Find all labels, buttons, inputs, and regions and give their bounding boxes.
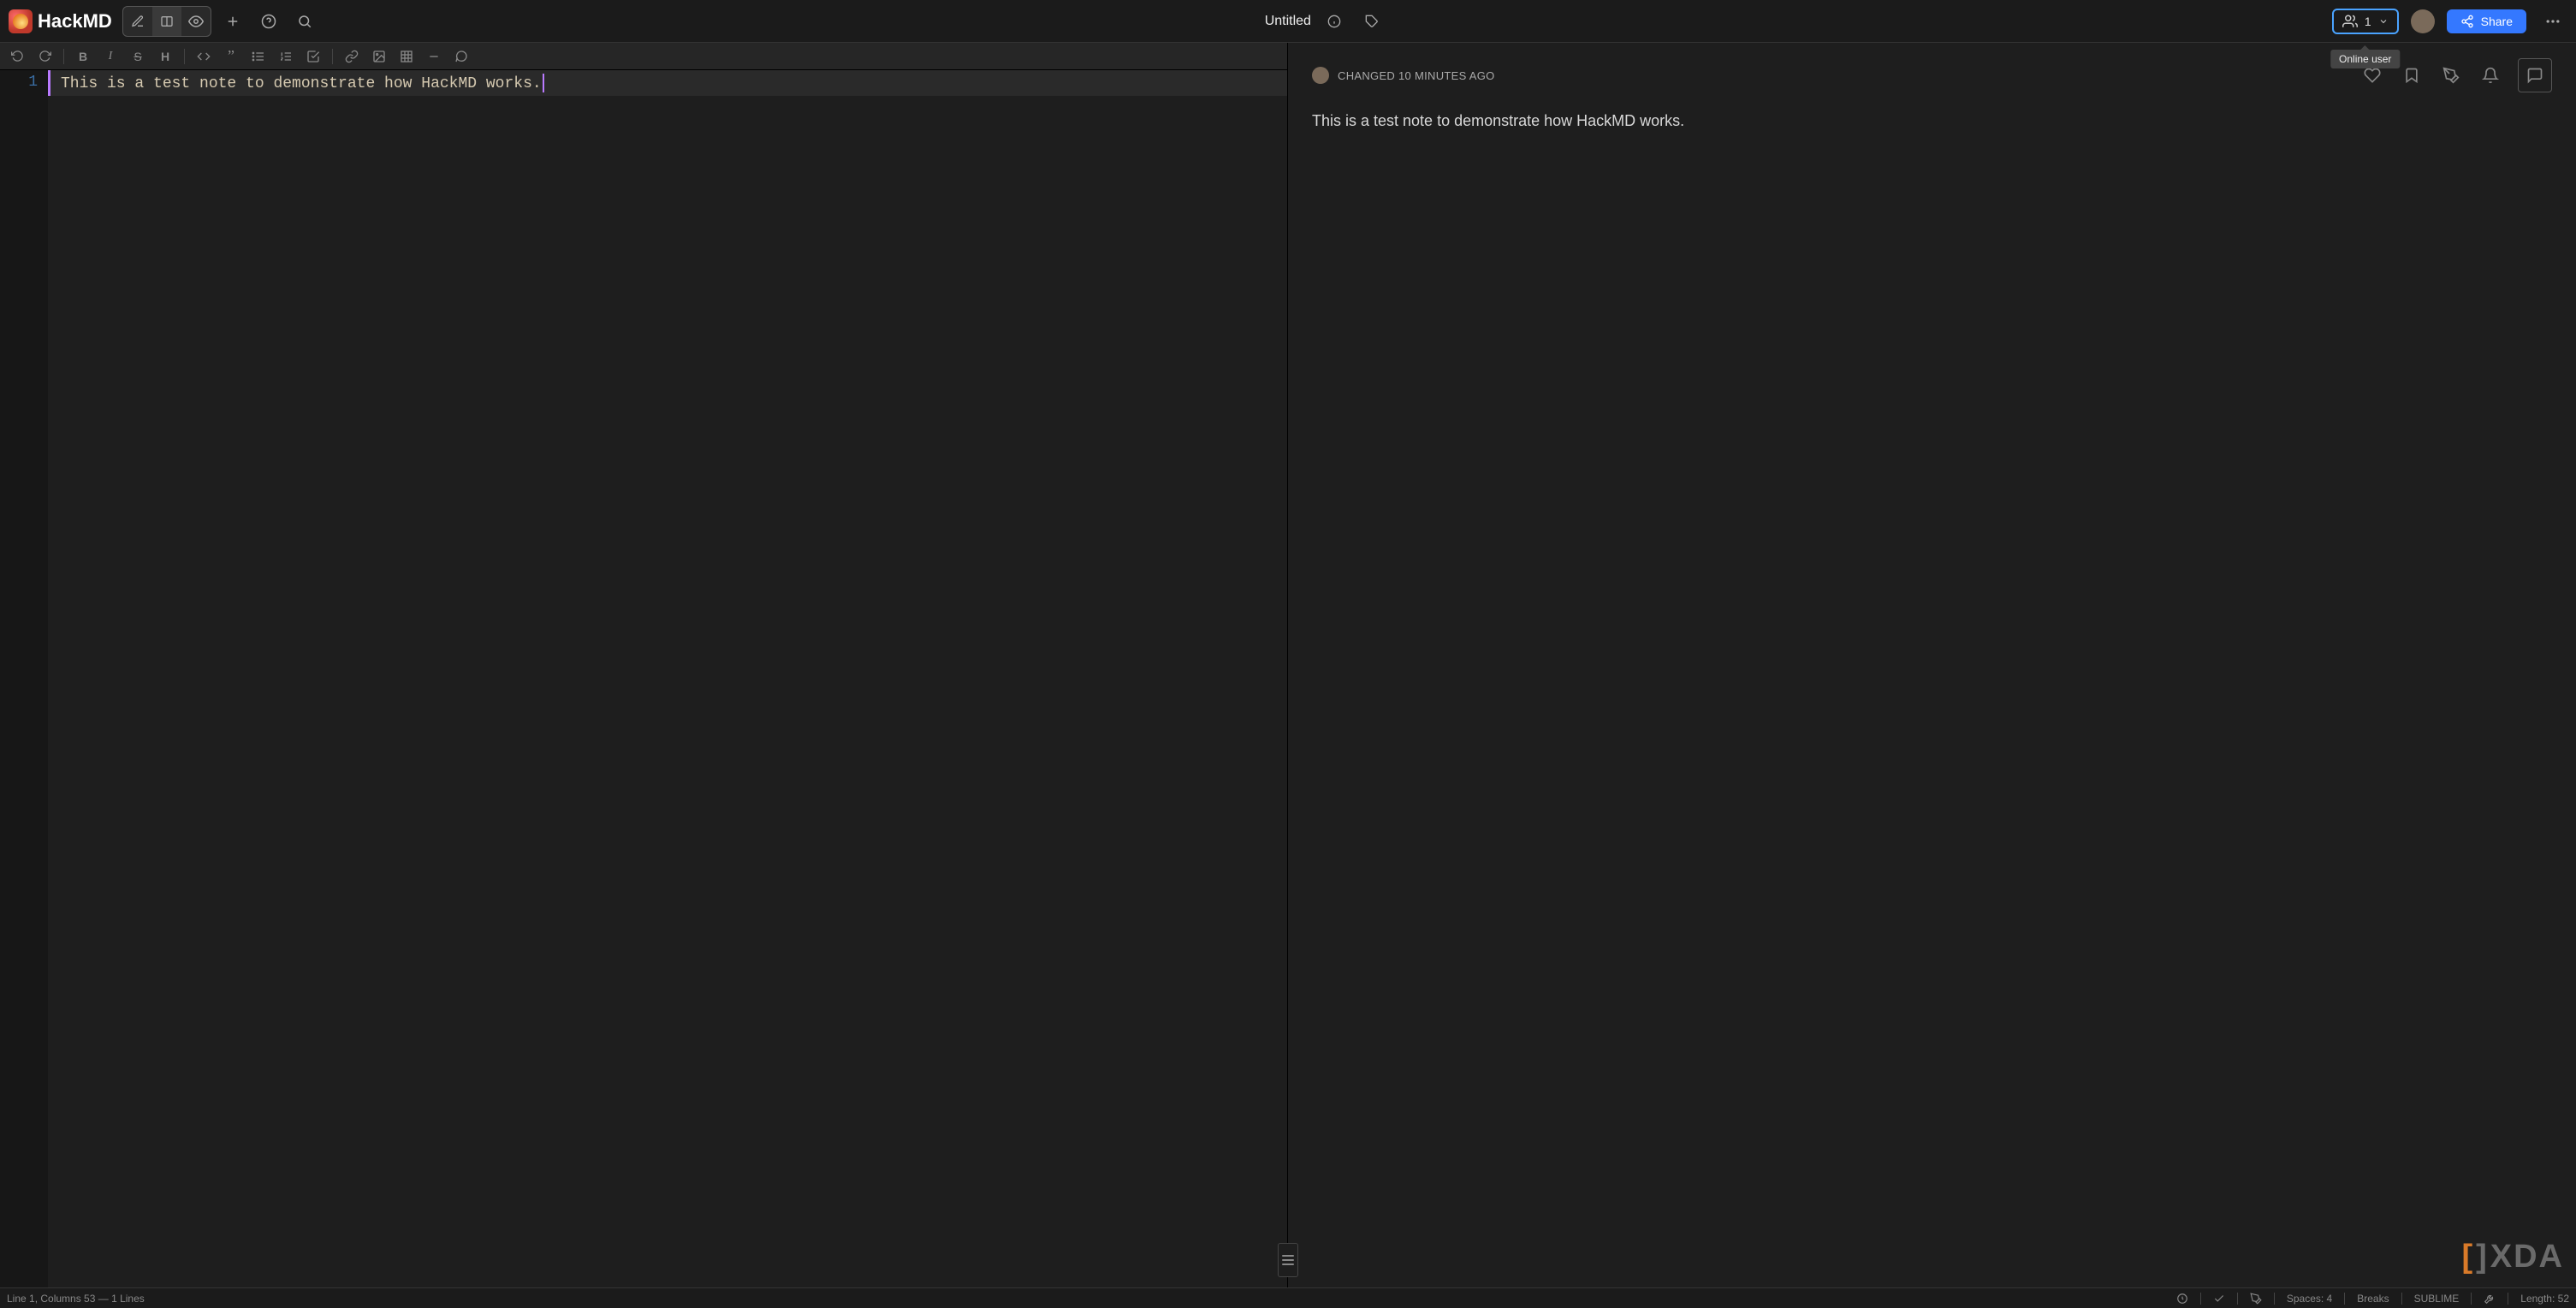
- comment-button[interactable]: [449, 45, 473, 68]
- new-note-button[interactable]: [218, 7, 247, 36]
- logo-icon: [9, 9, 33, 33]
- main-split: B I S H ”: [0, 43, 2576, 1287]
- hr-button[interactable]: [422, 45, 446, 68]
- share-icon: [2460, 15, 2474, 28]
- table-button[interactable]: [395, 45, 418, 68]
- brand-logo[interactable]: HackMD: [9, 9, 112, 33]
- text-cursor: [543, 74, 544, 92]
- pane-toggle-handle[interactable]: [1278, 1243, 1298, 1277]
- undo-button[interactable]: [5, 45, 29, 68]
- editor-body[interactable]: 1 This is a test note to demonstrate how…: [0, 70, 1287, 1287]
- checklist-button[interactable]: [301, 45, 325, 68]
- line-gutter: 1: [0, 70, 48, 1287]
- status-position: Line 1, Columns 53 — 1 Lines: [7, 1293, 145, 1305]
- linebreak-mode[interactable]: Breaks: [2357, 1293, 2389, 1305]
- share-label: Share: [2481, 15, 2513, 28]
- brand-name: HackMD: [38, 10, 112, 33]
- link-button[interactable]: [340, 45, 364, 68]
- note-title[interactable]: Untitled: [1265, 14, 1311, 29]
- search-button[interactable]: [290, 7, 319, 36]
- toolbar-divider: [332, 49, 333, 64]
- code-line[interactable]: This is a test note to demonstrate how H…: [48, 70, 1287, 96]
- heading-button[interactable]: H: [153, 45, 177, 68]
- format-toolbar: B I S H ”: [0, 43, 1287, 70]
- online-users-button[interactable]: 1 Online user: [2332, 9, 2399, 34]
- chevron-down-icon: [2378, 16, 2389, 27]
- preview-pane: CHANGED 10 MINUTES AGO: [1288, 43, 2576, 1287]
- changed-label: CHANGED 10 MINUTES AGO: [1338, 69, 1495, 82]
- status-brush-button[interactable]: [2250, 1293, 2262, 1305]
- users-icon: [2342, 14, 2358, 29]
- keymap-mode[interactable]: SUBLIME: [2414, 1293, 2460, 1305]
- edit-mode-button[interactable]: [123, 7, 152, 36]
- preview-paragraph: This is a test note to demonstrate how H…: [1312, 110, 2552, 133]
- toolbar-divider: [184, 49, 185, 64]
- ul-button[interactable]: [246, 45, 270, 68]
- app-header: HackMD Untitled 1 Online: [0, 0, 2576, 43]
- line-number: 1: [3, 74, 38, 91]
- strike-button[interactable]: S: [126, 45, 150, 68]
- header-center: Untitled: [326, 7, 2325, 36]
- spellcheck-button[interactable]: [2176, 1293, 2188, 1305]
- user-avatar[interactable]: [2411, 9, 2435, 33]
- watermark: [ ] XDA: [2461, 1239, 2564, 1275]
- redo-button[interactable]: [33, 45, 56, 68]
- indent-mode[interactable]: Spaces: 4: [2287, 1293, 2332, 1305]
- info-icon[interactable]: [1320, 7, 1349, 36]
- split-mode-button[interactable]: [152, 7, 181, 36]
- code-area[interactable]: This is a test note to demonstrate how H…: [48, 70, 1287, 1287]
- theme-button[interactable]: [2439, 63, 2463, 87]
- bold-button[interactable]: B: [71, 45, 95, 68]
- length-indicator: Length: 52: [2520, 1293, 2569, 1305]
- online-tooltip: Online user: [2330, 50, 2400, 68]
- status-check-button[interactable]: [2213, 1293, 2225, 1305]
- quote-button[interactable]: ”: [219, 45, 243, 68]
- online-count: 1: [2365, 15, 2371, 28]
- view-mode-button[interactable]: [181, 7, 211, 36]
- bookmark-button[interactable]: [2400, 63, 2424, 87]
- help-button[interactable]: [254, 7, 283, 36]
- image-button[interactable]: [367, 45, 391, 68]
- code-button[interactable]: [192, 45, 216, 68]
- editor-pane: B I S H ”: [0, 43, 1288, 1287]
- subscribe-button[interactable]: [2478, 63, 2502, 87]
- italic-button[interactable]: I: [98, 45, 122, 68]
- preview-meta: CHANGED 10 MINUTES AGO: [1312, 67, 1495, 84]
- ol-button[interactable]: [274, 45, 298, 68]
- view-mode-switch: [122, 6, 211, 37]
- share-button[interactable]: Share: [2447, 9, 2526, 33]
- comments-panel-button[interactable]: [2518, 58, 2552, 92]
- toolbar-divider: [63, 49, 64, 64]
- preview-content: This is a test note to demonstrate how H…: [1288, 99, 2576, 143]
- tag-icon[interactable]: [1357, 7, 1386, 36]
- header-right: 1 Online user Share: [2332, 7, 2567, 36]
- more-menu-button[interactable]: [2538, 7, 2567, 36]
- status-wrench-button[interactable]: [2484, 1293, 2496, 1305]
- author-avatar[interactable]: [1312, 67, 1329, 84]
- status-bar: Line 1, Columns 53 — 1 Lines Spaces: 4 B…: [0, 1287, 2576, 1308]
